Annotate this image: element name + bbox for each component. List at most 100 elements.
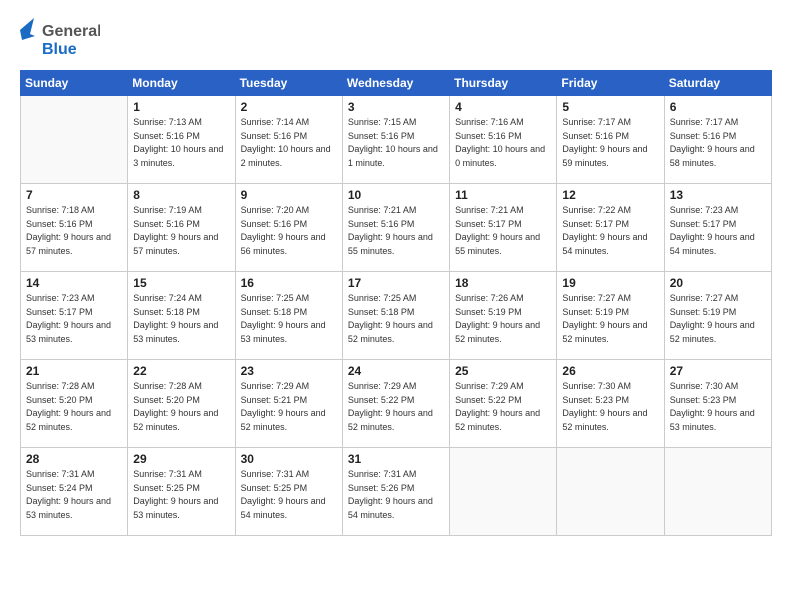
day-number: 16 [241,276,337,290]
calendar-week-4: 28 Sunrise: 7:31 AMSunset: 5:24 PMDayligh… [21,448,772,536]
calendar-cell: 13 Sunrise: 7:23 AMSunset: 5:17 PMDayligh… [664,184,771,272]
calendar-cell: 2Sunrise: 7:14 AMSunset: 5:16 PMDaylight… [235,96,342,184]
day-number: 23 [241,364,337,378]
day-number: 17 [348,276,444,290]
day-number: 30 [241,452,337,466]
day-number: 27 [670,364,766,378]
day-info: Sunrise: 7:29 AMSunset: 5:22 PMDaylight:… [348,380,444,434]
calendar-header-row: SundayMondayTuesdayWednesdayThursdayFrid… [21,71,772,96]
calendar-cell: 17 Sunrise: 7:25 AMSunset: 5:18 PMDayligh… [342,272,449,360]
calendar-cell: 24 Sunrise: 7:29 AMSunset: 5:22 PMDayligh… [342,360,449,448]
calendar-week-3: 21 Sunrise: 7:28 AMSunset: 5:20 PMDayligh… [21,360,772,448]
calendar-week-0: 1Sunrise: 7:13 AMSunset: 5:16 PMDaylight… [21,96,772,184]
col-header-monday: Monday [128,71,235,96]
day-number: 20 [670,276,766,290]
day-number: 22 [133,364,229,378]
day-number: 12 [562,188,658,202]
calendar-cell: 8 Sunrise: 7:19 AMSunset: 5:16 PMDaylight… [128,184,235,272]
day-info: Sunrise: 7:29 AMSunset: 5:22 PMDaylight:… [455,380,551,434]
day-info: Sunrise: 7:23 AMSunset: 5:17 PMDaylight:… [670,204,766,258]
calendar-cell: 4 Sunrise: 7:16 AMSunset: 5:16 PMDaylight… [450,96,557,184]
day-number: 18 [455,276,551,290]
col-header-thursday: Thursday [450,71,557,96]
day-info: Sunrise: 7:31 AMSunset: 5:25 PMDaylight:… [241,468,337,522]
calendar-cell [21,96,128,184]
day-number: 4 [455,100,551,114]
calendar-cell: 21 Sunrise: 7:28 AMSunset: 5:20 PMDayligh… [21,360,128,448]
calendar-table: SundayMondayTuesdayWednesdayThursdayFrid… [20,70,772,536]
calendar-cell: 9 Sunrise: 7:20 AMSunset: 5:16 PMDaylight… [235,184,342,272]
col-header-sunday: Sunday [21,71,128,96]
day-number: 8 [133,188,229,202]
day-info: Sunrise: 7:31 AMSunset: 5:24 PMDaylight:… [26,468,122,522]
header: GeneralBlue [20,18,772,62]
day-number: 28 [26,452,122,466]
day-info: Sunrise: 7:19 AMSunset: 5:16 PMDaylight:… [133,204,229,258]
day-info: Sunrise: 7:21 AMSunset: 5:17 PMDaylight:… [455,204,551,258]
calendar-week-1: 7 Sunrise: 7:18 AMSunset: 5:16 PMDaylight… [21,184,772,272]
day-info: Sunrise: 7:30 AMSunset: 5:23 PMDaylight:… [670,380,766,434]
day-info: Sunrise: 7:27 AMSunset: 5:19 PMDaylight:… [562,292,658,346]
calendar-cell: 19Sunrise: 7:27 AMSunset: 5:19 PMDayligh… [557,272,664,360]
day-number: 21 [26,364,122,378]
calendar-cell: 29Sunrise: 7:31 AMSunset: 5:25 PMDayligh… [128,448,235,536]
day-info: Sunrise: 7:21 AMSunset: 5:16 PMDaylight:… [348,204,444,258]
day-number: 15 [133,276,229,290]
calendar-cell [557,448,664,536]
calendar-cell: 18 Sunrise: 7:26 AMSunset: 5:19 PMDayligh… [450,272,557,360]
calendar-cell: 14Sunrise: 7:23 AMSunset: 5:17 PMDayligh… [21,272,128,360]
col-header-tuesday: Tuesday [235,71,342,96]
day-info: Sunrise: 7:16 AMSunset: 5:16 PMDaylight:… [455,116,551,170]
calendar-cell: 12 Sunrise: 7:22 AMSunset: 5:17 PMDayligh… [557,184,664,272]
calendar-cell: 23Sunrise: 7:29 AMSunset: 5:21 PMDayligh… [235,360,342,448]
calendar-cell: 28 Sunrise: 7:31 AMSunset: 5:24 PMDayligh… [21,448,128,536]
day-info: Sunrise: 7:31 AMSunset: 5:25 PMDaylight:… [133,468,229,522]
day-number: 2 [241,100,337,114]
calendar-cell: 5Sunrise: 7:17 AMSunset: 5:16 PMDaylight… [557,96,664,184]
calendar-cell: 10 Sunrise: 7:21 AMSunset: 5:16 PMDayligh… [342,184,449,272]
day-info: Sunrise: 7:15 AMSunset: 5:16 PMDaylight:… [348,116,444,170]
calendar-week-2: 14Sunrise: 7:23 AMSunset: 5:17 PMDayligh… [21,272,772,360]
calendar-cell: 11 Sunrise: 7:21 AMSunset: 5:17 PMDayligh… [450,184,557,272]
day-number: 5 [562,100,658,114]
day-info: Sunrise: 7:27 AMSunset: 5:19 PMDaylight:… [670,292,766,346]
col-header-saturday: Saturday [664,71,771,96]
day-info: Sunrise: 7:28 AMSunset: 5:20 PMDaylight:… [26,380,122,434]
day-number: 25 [455,364,551,378]
calendar-cell [664,448,771,536]
day-info: Sunrise: 7:17 AMSunset: 5:16 PMDaylight:… [670,116,766,170]
day-info: Sunrise: 7:18 AMSunset: 5:16 PMDaylight:… [26,204,122,258]
logo-svg: GeneralBlue [20,18,100,62]
day-number: 13 [670,188,766,202]
day-info: Sunrise: 7:25 AMSunset: 5:18 PMDaylight:… [241,292,337,346]
svg-text:General: General [42,23,100,40]
calendar-cell: 1Sunrise: 7:13 AMSunset: 5:16 PMDaylight… [128,96,235,184]
calendar-cell: 22 Sunrise: 7:28 AMSunset: 5:20 PMDayligh… [128,360,235,448]
day-number: 10 [348,188,444,202]
day-info: Sunrise: 7:20 AMSunset: 5:16 PMDaylight:… [241,204,337,258]
day-number: 11 [455,188,551,202]
day-number: 9 [241,188,337,202]
day-number: 7 [26,188,122,202]
day-number: 24 [348,364,444,378]
calendar-cell: 3Sunrise: 7:15 AMSunset: 5:16 PMDaylight… [342,96,449,184]
day-number: 31 [348,452,444,466]
day-number: 1 [133,100,229,114]
day-info: Sunrise: 7:31 AMSunset: 5:26 PMDaylight:… [348,468,444,522]
day-info: Sunrise: 7:30 AMSunset: 5:23 PMDaylight:… [562,380,658,434]
day-info: Sunrise: 7:25 AMSunset: 5:18 PMDaylight:… [348,292,444,346]
calendar-cell: 7 Sunrise: 7:18 AMSunset: 5:16 PMDaylight… [21,184,128,272]
day-info: Sunrise: 7:22 AMSunset: 5:17 PMDaylight:… [562,204,658,258]
page: GeneralBlue SundayMondayTuesdayWednesday… [0,0,792,612]
calendar-cell: 27 Sunrise: 7:30 AMSunset: 5:23 PMDayligh… [664,360,771,448]
day-number: 14 [26,276,122,290]
calendar-cell: 6 Sunrise: 7:17 AMSunset: 5:16 PMDaylight… [664,96,771,184]
col-header-wednesday: Wednesday [342,71,449,96]
day-info: Sunrise: 7:28 AMSunset: 5:20 PMDaylight:… [133,380,229,434]
day-info: Sunrise: 7:26 AMSunset: 5:19 PMDaylight:… [455,292,551,346]
calendar-cell: 30 Sunrise: 7:31 AMSunset: 5:25 PMDayligh… [235,448,342,536]
day-number: 6 [670,100,766,114]
day-number: 26 [562,364,658,378]
calendar-cell: 25 Sunrise: 7:29 AMSunset: 5:22 PMDayligh… [450,360,557,448]
day-info: Sunrise: 7:24 AMSunset: 5:18 PMDaylight:… [133,292,229,346]
